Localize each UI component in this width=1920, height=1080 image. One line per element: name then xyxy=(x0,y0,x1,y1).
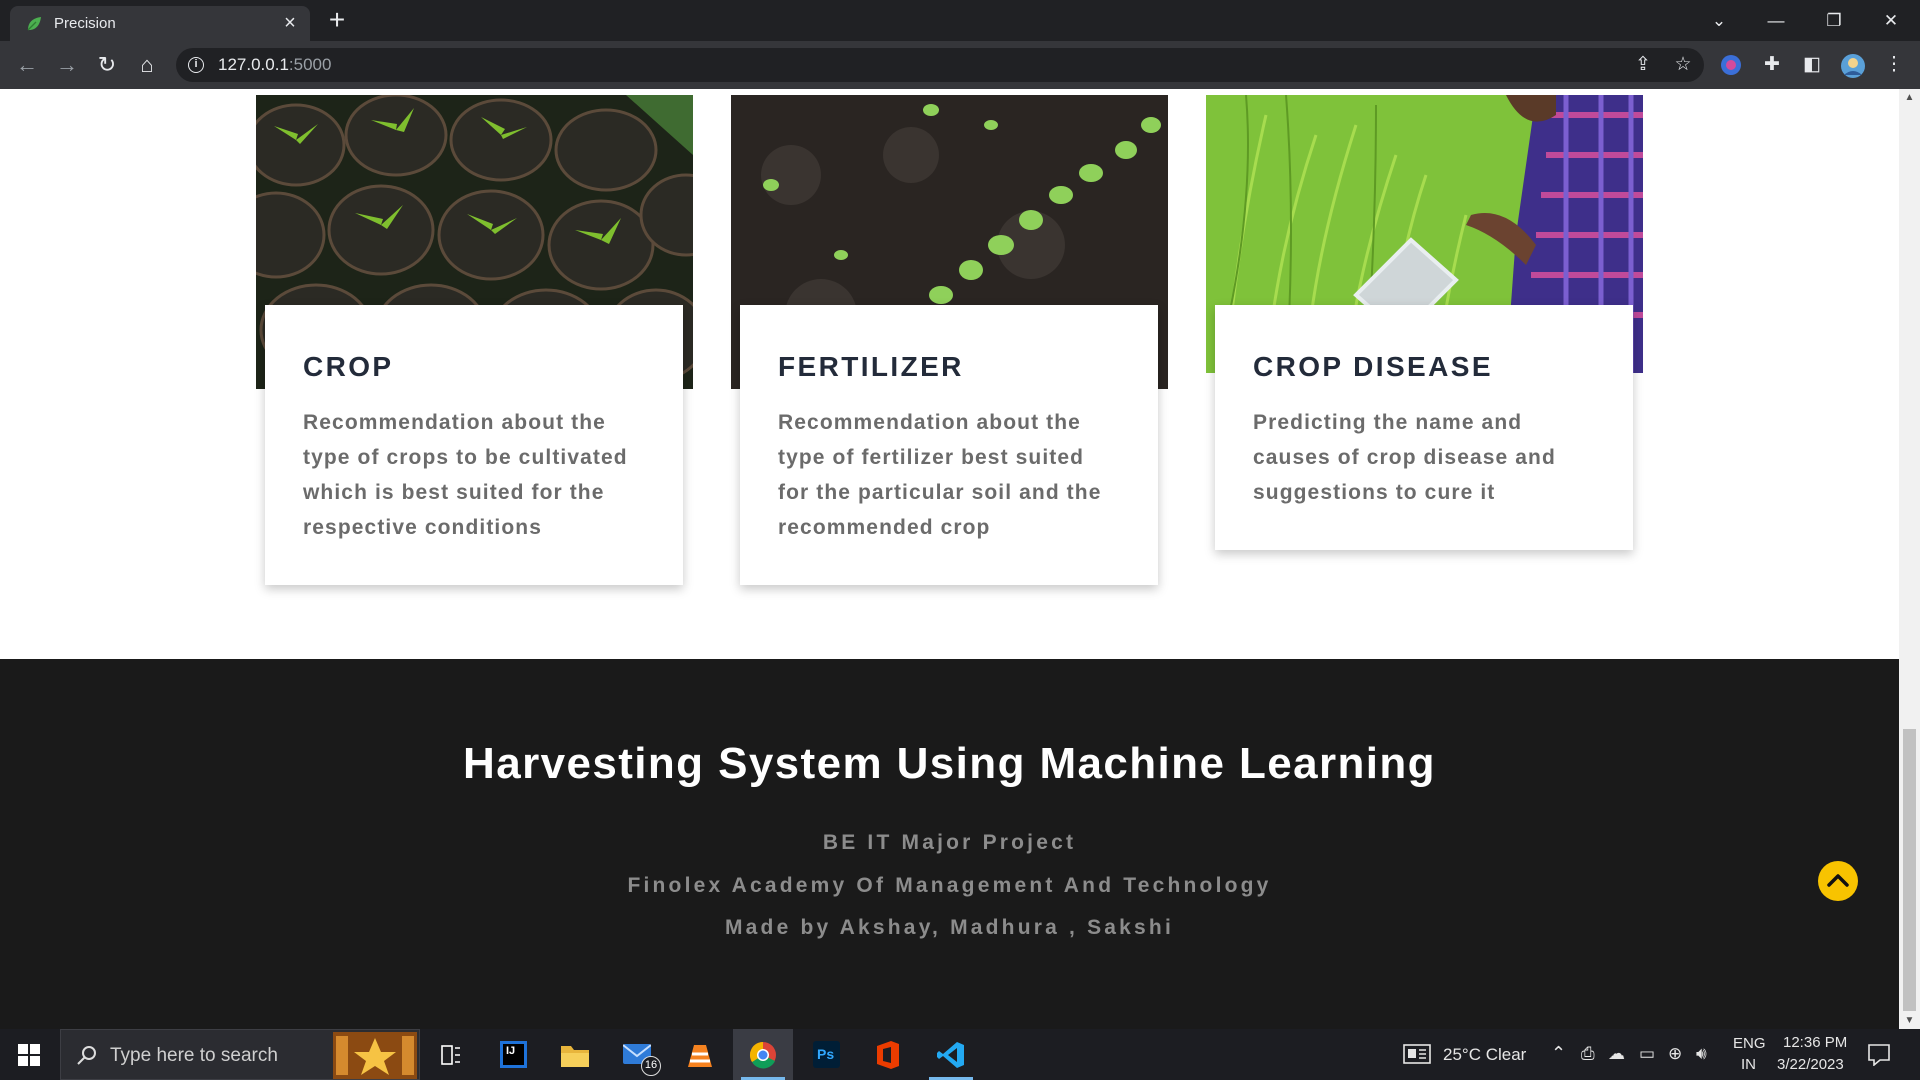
address-bar[interactable]: i 127.0.0.1:5000 ⇪ ☆ xyxy=(176,48,1704,82)
chrome-app-icon[interactable] xyxy=(733,1029,793,1080)
fertilizer-card[interactable]: FERTILIZER Recommendation about the type… xyxy=(740,305,1158,585)
search-highlight-icon xyxy=(333,1032,417,1079)
onedrive-cloud-icon[interactable]: ☁ xyxy=(1608,1044,1625,1064)
search-placeholder: Type here to search xyxy=(110,1045,278,1066)
volume-icon[interactable]: 🔊︎ xyxy=(1696,1044,1707,1064)
tray-overflow-chevron-icon[interactable]: ⌃ xyxy=(1551,1043,1566,1064)
taskbar-search-box[interactable]: Type here to search xyxy=(60,1029,420,1080)
task-view-icon[interactable] xyxy=(420,1029,480,1080)
vscode-app-icon[interactable] xyxy=(921,1029,981,1080)
share-icon[interactable]: ⇪ xyxy=(1632,54,1654,76)
side-panel-icon[interactable]: ◧ xyxy=(1800,53,1824,77)
crop-card-title: CROP xyxy=(303,351,394,382)
page-scrollbar[interactable]: ▲ ▼ xyxy=(1899,89,1920,1029)
close-window-button[interactable]: ✕ xyxy=(1871,6,1911,36)
vlc-app-icon[interactable] xyxy=(670,1029,730,1080)
restore-button[interactable]: ❐ xyxy=(1814,6,1854,36)
browser-tab[interactable]: Precision × xyxy=(10,6,310,41)
windows-start-icon[interactable] xyxy=(18,1044,40,1066)
browser-toolbar: ← → ↻ ⌂ i 127.0.0.1:5000 ⇪ ☆ ✚ ◧ ⋮ xyxy=(0,41,1920,89)
windows-taskbar: Type here to search IJ 16 Ps 25°C Clear … xyxy=(0,1029,1920,1080)
battery-icon[interactable]: ▭ xyxy=(1639,1044,1655,1064)
tab-close-icon[interactable]: × xyxy=(280,13,300,33)
extension-circle-icon[interactable] xyxy=(1720,54,1742,76)
footer-title: Harvesting System Using Machine Learning xyxy=(463,739,1436,788)
notification-center-icon[interactable] xyxy=(1868,1044,1890,1066)
profile-avatar-icon[interactable] xyxy=(1840,53,1866,79)
clock-date[interactable]: 3/22/2023 xyxy=(1777,1056,1844,1073)
chrome-menu-icon[interactable]: ⋮ xyxy=(1882,53,1906,77)
scroll-down-arrow-icon[interactable]: ▼ xyxy=(1899,1012,1920,1029)
tab-title: Precision xyxy=(54,15,116,32)
back-icon[interactable]: ← xyxy=(12,50,42,80)
crop-card[interactable]: CROP Recommendation about the type of cr… xyxy=(265,305,683,585)
chevron-up-icon xyxy=(1827,874,1849,887)
weather-text[interactable]: 25°C Clear xyxy=(1443,1045,1526,1065)
scroll-up-arrow-icon[interactable]: ▲ xyxy=(1899,89,1920,106)
crop-card-description: Recommendation about the type of crops t… xyxy=(303,411,628,539)
site-info-icon[interactable]: i xyxy=(188,57,204,73)
bookmark-star-icon[interactable]: ☆ xyxy=(1672,54,1694,76)
tab-search-icon[interactable]: ⌄ xyxy=(1699,6,1739,36)
file-explorer-icon[interactable] xyxy=(545,1029,605,1080)
forward-icon[interactable]: → xyxy=(52,50,82,80)
meet-now-icon[interactable]: ⎙ xyxy=(1581,1044,1595,1064)
back-to-top-button[interactable] xyxy=(1818,861,1858,901)
footer-college-line: Finolex Academy Of Management And Techno… xyxy=(627,874,1272,897)
footer-credits-line: Made by Akshay, Madhura , Sakshi xyxy=(724,916,1174,939)
network-globe-icon[interactable]: ⊕ xyxy=(1668,1044,1682,1064)
crop-disease-card[interactable]: CROP DISEASE Predicting the name and cau… xyxy=(1215,305,1633,550)
reload-icon[interactable]: ↻ xyxy=(92,50,122,80)
search-icon xyxy=(77,1046,96,1065)
mail-badge: 16 xyxy=(641,1056,661,1076)
footer-project-line: BE IT Major Project xyxy=(822,831,1077,854)
crop-disease-card-title: CROP DISEASE xyxy=(1253,351,1493,382)
intellij-app-icon[interactable]: IJ xyxy=(483,1029,543,1080)
photoshop-label: Ps xyxy=(817,1046,835,1062)
leaf-favicon-icon xyxy=(27,17,41,31)
crop-disease-card-description: Predicting the name and causes of crop d… xyxy=(1253,411,1556,504)
photoshop-app-icon[interactable]: Ps xyxy=(796,1029,856,1080)
page-footer: Harvesting System Using Machine Learning… xyxy=(0,659,1899,1029)
new-tab-button[interactable]: + xyxy=(324,6,350,34)
fertilizer-card-description: Recommendation about the type of fertili… xyxy=(778,411,1102,539)
region-indicator[interactable]: IN xyxy=(1741,1056,1756,1073)
web-page: CROP Recommendation about the type of cr… xyxy=(0,89,1899,1029)
extensions-puzzle-icon[interactable]: ✚ xyxy=(1760,53,1784,77)
intellij-label: IJ xyxy=(506,1045,516,1057)
weather-news-icon[interactable] xyxy=(1403,1044,1431,1064)
mail-app-icon[interactable]: 16 xyxy=(608,1029,668,1080)
browser-tab-strip: Precision × + ⌄ — ❐ ✕ xyxy=(0,0,1920,41)
url-text: 127.0.0.1:5000 xyxy=(218,55,332,74)
minimize-button[interactable]: — xyxy=(1756,6,1796,36)
clock-time[interactable]: 12:36 PM xyxy=(1783,1034,1847,1051)
fertilizer-card-title: FERTILIZER xyxy=(778,351,964,382)
office-app-icon[interactable] xyxy=(858,1029,918,1080)
scroll-thumb[interactable] xyxy=(1903,729,1916,1011)
language-indicator[interactable]: ENG xyxy=(1733,1035,1766,1052)
home-icon[interactable]: ⌂ xyxy=(132,50,162,80)
